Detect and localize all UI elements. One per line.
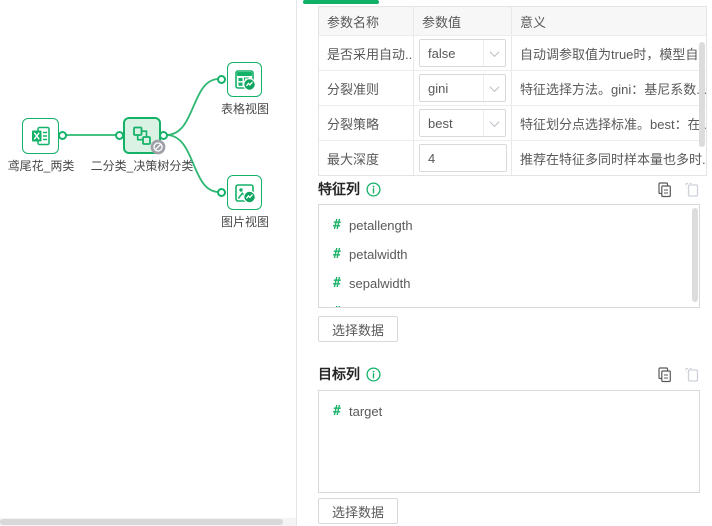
params-tab-active-indicator — [303, 0, 379, 4]
target-section-header: 目标列 — [318, 364, 700, 384]
table-scrollbar-thumb[interactable] — [699, 42, 705, 147]
copy-icon[interactable] — [656, 181, 673, 198]
workflow-canvas[interactable]: 鸢尾花_两类 二分类_决策树分类 — [0, 0, 297, 526]
copy-icon[interactable] — [656, 366, 673, 383]
numeric-hash-icon: # — [333, 218, 349, 233]
node-dataset[interactable] — [22, 118, 59, 154]
feature-list-item: # sepalwidth — [319, 269, 699, 298]
table-view-icon — [233, 68, 257, 92]
auto-tune-select[interactable]: false — [419, 39, 506, 67]
numeric-hash-icon: # — [333, 404, 349, 419]
target-section-title: 目标列 — [318, 364, 360, 384]
image-view-icon — [233, 181, 257, 205]
canvas-horizontal-scrollbar[interactable] — [0, 518, 296, 526]
node-image-view[interactable] — [227, 175, 262, 210]
info-icon[interactable] — [366, 367, 381, 382]
feature-list-item: # petallength — [319, 211, 699, 240]
node-label-dataset: 鸢尾花_两类 — [0, 157, 82, 174]
param-desc: 推荐在特征多同时样本量也多时... — [512, 141, 706, 175]
feature-list-scrollbar-thumb[interactable] — [692, 208, 698, 302]
max-depth-input[interactable] — [419, 144, 507, 172]
param-desc: 特征选择方法。gini：基尼系数... — [512, 71, 706, 105]
feature-name: petallength — [349, 218, 413, 233]
feature-name: petalwidth — [349, 247, 408, 262]
info-icon[interactable] — [366, 182, 381, 197]
target-list-item: # target — [319, 397, 699, 426]
feature-list-item: # petalwidth — [319, 240, 699, 269]
feature-name: sepalwidth — [349, 276, 410, 291]
app-window: 鸢尾花_两类 二分类_决策树分类 — [0, 0, 712, 526]
canvas-horizontal-scrollbar-thumb[interactable] — [0, 519, 283, 525]
param-row-max-depth: 最大深度 推荐在特征多同时样本量也多时... — [319, 140, 706, 175]
criterion-select[interactable]: gini — [419, 74, 506, 102]
target-select-data-button[interactable]: 选择数据 — [318, 498, 398, 524]
header-param-meaning: 意义 — [512, 7, 706, 35]
node-label-image-view: 图片视图 — [204, 213, 286, 230]
header-param-value: 参数值 — [414, 7, 512, 35]
target-name: target — [349, 404, 382, 419]
splitter-value: best — [420, 116, 483, 131]
splitter-select[interactable]: best — [419, 109, 506, 137]
param-row-auto-tune: 是否采用自动... false 自动调参取值为true时，模型自... — [319, 35, 706, 70]
chevron-down-icon — [483, 110, 505, 136]
node-table-view[interactable] — [227, 62, 262, 97]
not-run-status-badge — [150, 139, 166, 160]
param-row-criterion: 分裂准则 gini 特征选择方法。gini：基尼系数... — [319, 70, 706, 105]
excel-dataset-icon — [29, 124, 53, 148]
target-column-list: # target — [318, 390, 700, 493]
paste-icon[interactable] — [683, 366, 700, 383]
paste-icon[interactable] — [683, 181, 700, 198]
numeric-hash-icon: # — [333, 305, 349, 308]
param-name: 是否采用自动... — [319, 36, 414, 70]
param-desc: 特征划分点选择标准。best：在... — [512, 106, 706, 140]
feature-list-item: # sepallength — [319, 298, 699, 308]
param-name: 最大深度 — [319, 141, 414, 175]
numeric-hash-icon: # — [333, 276, 349, 291]
param-name: 分裂准则 — [319, 71, 414, 105]
feature-select-data-button[interactable]: 选择数据 — [318, 316, 398, 342]
feature-section-title: 特征列 — [318, 179, 360, 199]
feature-section-header: 特征列 — [318, 179, 700, 199]
parameter-table: 参数名称 参数值 意义 是否采用自动... false 自动调参取值为true时… — [318, 6, 707, 176]
param-name: 分裂策略 — [319, 106, 414, 140]
prohibit-icon — [150, 139, 166, 155]
feature-column-list: # petallength # petalwidth # sepalwidth … — [318, 204, 700, 308]
numeric-hash-icon: # — [333, 247, 349, 262]
header-param-name: 参数名称 — [319, 7, 414, 35]
criterion-value: gini — [420, 81, 483, 96]
port-table-view-in[interactable] — [217, 75, 226, 84]
port-dataset-out[interactable] — [58, 131, 67, 140]
parameter-table-header: 参数名称 参数值 意义 — [319, 7, 706, 35]
auto-tune-value: false — [420, 46, 483, 61]
port-image-view-in[interactable] — [217, 188, 226, 197]
feature-name: sepallength — [349, 305, 416, 308]
node-label-table-view: 表格视图 — [204, 100, 286, 117]
chevron-down-icon — [483, 40, 505, 66]
chevron-down-icon — [483, 75, 505, 101]
node-label-decision-tree: 二分类_决策树分类 — [85, 157, 199, 174]
param-desc: 自动调参取值为true时，模型自... — [512, 36, 706, 70]
port-model-in[interactable] — [115, 131, 124, 140]
param-row-splitter: 分裂策略 best 特征划分点选择标准。best：在... — [319, 105, 706, 140]
